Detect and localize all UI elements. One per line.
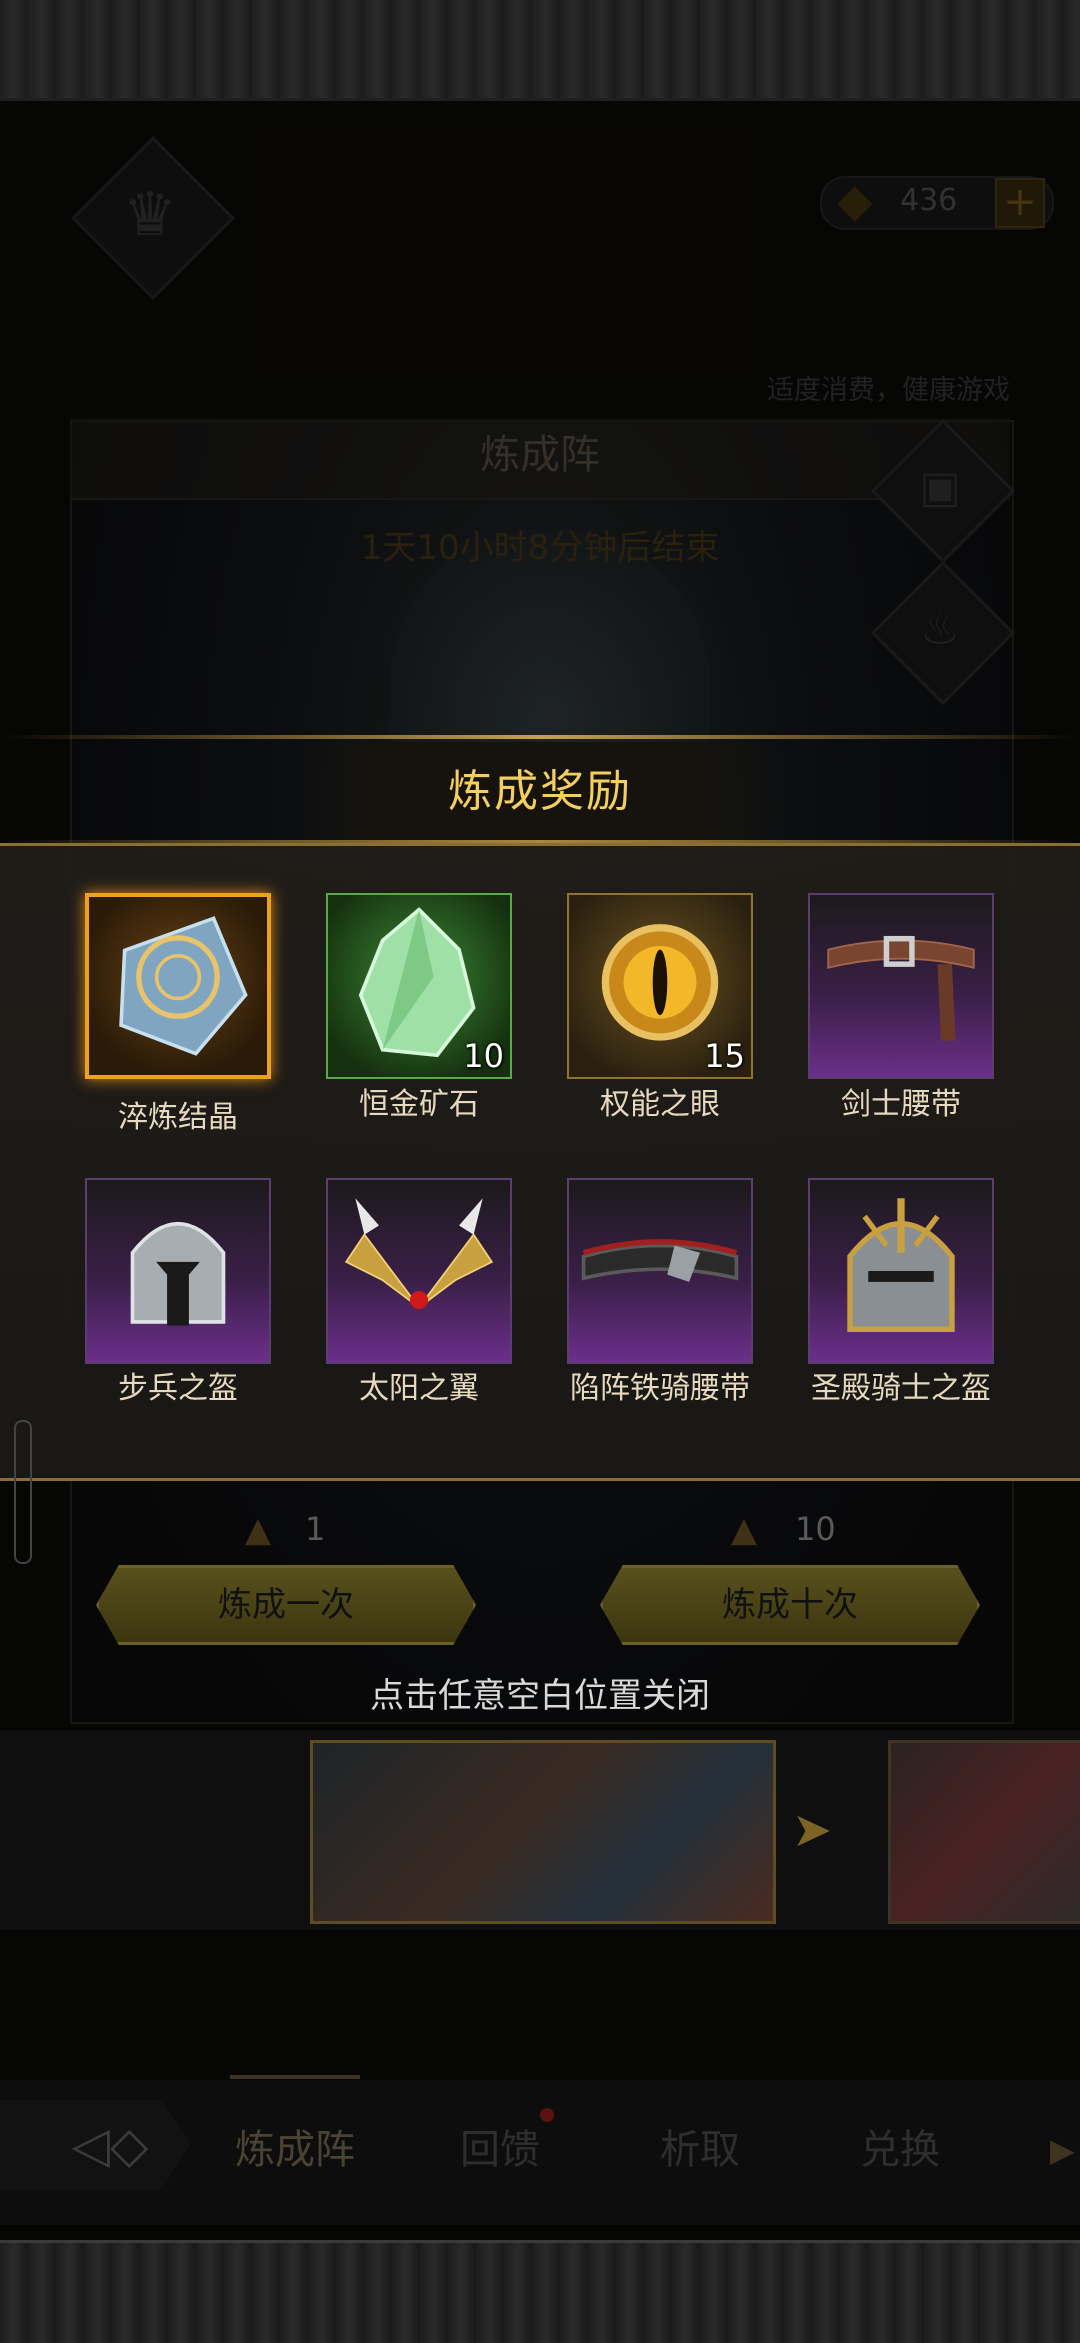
notification-dot [540,2108,554,2122]
item-quantity: 15 [704,1037,745,1075]
reward-slot[interactable] [85,1178,271,1364]
top-frame [0,0,1080,101]
reward-slot[interactable] [326,1178,512,1364]
nav-active-indicator [230,2075,360,2079]
close-hint: 点击任意空白位置关闭 [370,1676,710,1716]
gem-icon: ▲ [730,1510,758,1550]
wings-icon [344,1198,494,1310]
item-name: 步兵之盔 [118,1371,238,1406]
item-name: 剑士腰带 [841,1087,961,1122]
back-arrow-icon: ◁◇ [71,2116,149,2174]
reward-slot[interactable]: 15 [567,893,753,1079]
once-cost: 1 [305,1510,326,1548]
item-name: 圣殿骑士之盔 [811,1371,991,1406]
item-name: 淬炼结晶 [118,1100,238,1135]
reward-slot[interactable] [808,1178,994,1364]
nav-tab-craft[interactable]: 炼成阵 [210,2115,380,2185]
item-name: 太阳之翼 [359,1371,479,1406]
helmet-icon [130,1221,226,1326]
nav-tab-rewards[interactable]: 回馈 [415,2115,585,2185]
event-banner[interactable] [888,1740,1080,1924]
item-name: 恒金矿石 [359,1087,479,1122]
nav-tab-exchange[interactable]: 兑换 [815,2115,985,2185]
belt-icon [581,1239,739,1282]
gem-icon: ▲ [244,1510,272,1550]
item-name: 陷阵铁骑腰带 [570,1371,750,1406]
craft-once-label: 炼成一次 [218,1585,354,1625]
side-handle[interactable] [14,1420,32,1564]
item-name: 权能之眼 [600,1087,720,1122]
header-divider [0,735,1080,739]
crystal-disc-icon [119,916,248,1056]
chevron-right-icon[interactable]: ➤ [782,1800,842,1860]
chevron-right-icon[interactable]: ▶ [1050,2130,1080,2170]
event-banner[interactable] [310,1740,776,1924]
reward-slot[interactable] [808,893,994,1079]
ten-cost: 10 [795,1510,836,1548]
belt-icon [827,935,975,1041]
craft-ten-label: 炼成十次 [722,1585,858,1625]
reward-slot[interactable] [85,893,271,1079]
item-quantity: 10 [463,1037,504,1075]
reward-slot[interactable]: 10 [326,893,512,1079]
reward-slot[interactable] [567,1178,753,1364]
nav-tab-extract[interactable]: 析取 [615,2115,785,2185]
modal-title: 炼成奖励 [448,766,632,817]
bottom-frame [0,2240,1080,2343]
helmet-icon [847,1198,955,1332]
